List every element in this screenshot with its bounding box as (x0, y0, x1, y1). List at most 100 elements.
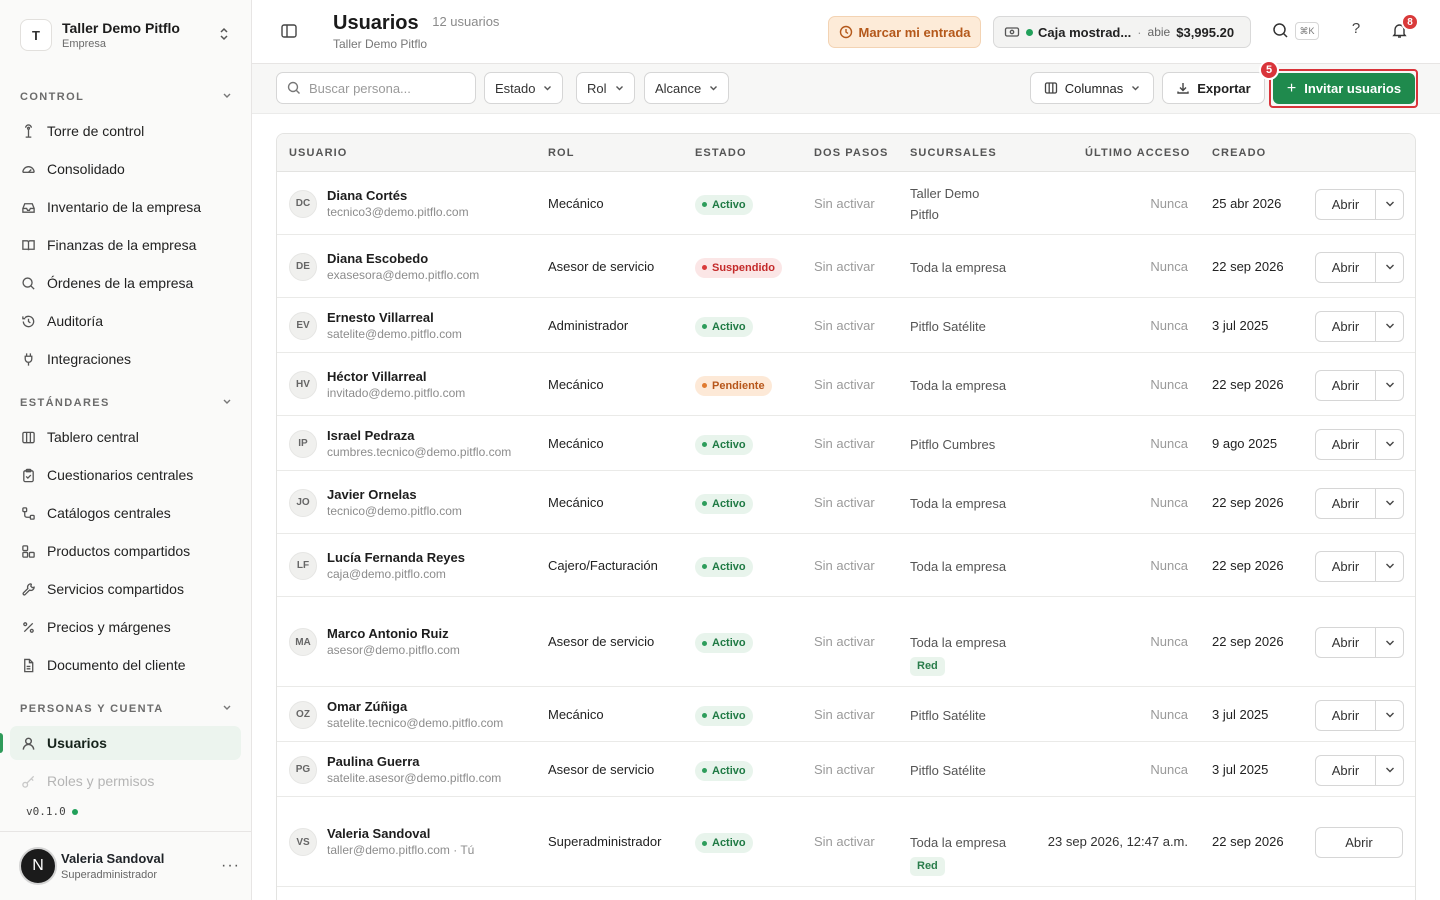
cashbox-selector[interactable]: Caja mostrad... · abie $3,995.20 (993, 16, 1251, 48)
sidebar-item-usuarios[interactable]: Usuarios (10, 726, 241, 760)
col-status[interactable]: ESTADO (695, 147, 747, 159)
sidebar-item-label: Auditoría (47, 313, 104, 329)
sidebar-item-servicios-compartidos[interactable]: Servicios compartidos (10, 572, 241, 606)
section-control[interactable]: CONTROL (20, 91, 232, 103)
status-dot (1026, 28, 1033, 36)
chevron-down-icon[interactable] (1376, 756, 1403, 785)
table-row[interactable]: MA Marco Antonio Ruiz asesor@demo.pitflo.c… (277, 597, 1415, 687)
chevron-down-icon[interactable] (1376, 430, 1403, 459)
sidebar-item-integraciones[interactable]: Integraciones (10, 342, 241, 376)
sidebar-item-inventario-de-la-empresa[interactable]: Inventario de la empresa (10, 190, 241, 224)
search-input[interactable] (309, 80, 469, 96)
user-name[interactable]: Diana Cortés (327, 188, 407, 203)
export-button[interactable]: Exportar (1162, 72, 1265, 104)
col-user[interactable]: USUARIO (289, 147, 347, 159)
cashbox-name: Caja mostrad... (1038, 24, 1132, 40)
table-row[interactable]: HV Héctor Villarreal invitado@demo.pitflo.… (277, 353, 1415, 416)
chevron-down-icon[interactable] (1376, 701, 1403, 730)
search-icon[interactable] (1272, 22, 1292, 42)
columns-button[interactable]: Columnas (1030, 72, 1154, 104)
help-icon[interactable]: ? (1346, 20, 1366, 37)
col-last-access[interactable]: ÚLTIMO ACCESO (1085, 147, 1190, 159)
sidebar-item-cuestionarios-centrales[interactable]: Cuestionarios centrales (10, 458, 241, 492)
table-row[interactable]: EV Ernesto Villarreal satelite@demo.pitflo… (277, 298, 1415, 353)
status-dot (702, 564, 707, 569)
open-button[interactable]: Abrir (1316, 429, 1376, 459)
open-button[interactable]: Abrir (1315, 827, 1403, 858)
chevron-down-icon[interactable] (1376, 190, 1403, 219)
check-in-button[interactable]: Marcar mi entrada (828, 16, 981, 48)
status-dot (702, 713, 707, 718)
chevron-down-icon[interactable] (1376, 312, 1403, 341)
sidebar-toggle-icon[interactable] (280, 22, 300, 42)
table-row[interactable]: LF Lucía Fernanda Reyes caja@demo.pitflo.c… (277, 534, 1415, 597)
user-name[interactable]: Marco Antonio Ruiz (327, 626, 449, 641)
chevron-down-icon[interactable] (1376, 552, 1403, 581)
section-people[interactable]: PERSONAS Y CUENTA (20, 703, 232, 715)
chevron-down-icon[interactable] (1376, 489, 1403, 518)
status-badge: Activo (695, 434, 753, 455)
branch-name: Pitflo Cumbres (910, 436, 996, 452)
table-row[interactable]: VS Valeria Sandoval taller@demo.pitflo.com… (277, 797, 1415, 887)
col-two-step[interactable]: DOS PASOS (814, 147, 889, 159)
section-standards[interactable]: ESTÁNDARES (20, 397, 232, 409)
sidebar-item-consolidado[interactable]: Consolidado (10, 152, 241, 186)
open-button[interactable]: Abrir (1316, 551, 1376, 581)
filter-role[interactable]: Rol (576, 72, 635, 104)
user-name[interactable]: Ernesto Villarreal (327, 310, 434, 325)
open-button[interactable]: Abrir (1316, 628, 1376, 657)
open-button[interactable]: Abrir (1316, 755, 1376, 785)
chevron-down-icon[interactable] (1376, 628, 1403, 657)
sidebar-item-documento-del-cliente[interactable]: Documento del cliente (10, 648, 241, 682)
user-name[interactable]: Lucía Fernanda Reyes (327, 550, 465, 565)
table-row[interactable]: DE Diana Escobedo exasesora@demo.pitflo.co… (277, 235, 1415, 298)
table-row[interactable]: DC Diana Cortés tecnico3@demo.pitflo.com Me… (277, 172, 1415, 235)
sidebar-item-tablero-central[interactable]: Tablero central (10, 420, 241, 454)
history-icon (20, 313, 37, 330)
avatar: IP (289, 429, 317, 458)
open-button[interactable]: Abrir (1316, 370, 1376, 400)
sidebar-item-productos-compartidos[interactable]: Productos compartidos (10, 534, 241, 568)
search-field[interactable] (276, 72, 476, 104)
current-user[interactable]: N Valeria Sandoval Superadministrador ··… (0, 831, 251, 900)
filter-status[interactable]: Estado (484, 72, 564, 104)
open-button[interactable]: Abrir (1316, 488, 1376, 518)
col-role[interactable]: ROL (548, 147, 575, 159)
open-button[interactable]: Abrir (1316, 700, 1376, 730)
sidebar-item-ordenes-de-la-empresa[interactable]: Órdenes de la empresa (10, 266, 241, 300)
user-name[interactable]: Paulina Guerra (327, 754, 419, 769)
open-button[interactable]: Abrir (1316, 252, 1376, 282)
user-name[interactable]: Javier Ornelas (327, 487, 417, 502)
org-switcher[interactable]: T Taller Demo Pitflo Empresa (12, 12, 240, 58)
chevron-down-icon[interactable] (1376, 371, 1403, 400)
sidebar-item-label: Tablero central (47, 429, 139, 445)
sidebar-item-finanzas-de-la-empresa[interactable]: Finanzas de la empresa (10, 228, 241, 262)
sidebar-item-roles-y-permisos[interactable]: Roles y permisos (10, 764, 241, 798)
chevron-down-icon[interactable] (1376, 253, 1403, 282)
user-name[interactable]: Héctor Villarreal (327, 369, 426, 384)
sidebar-item-torre-de-control[interactable]: Torre de control (10, 114, 241, 148)
invite-users-button[interactable]: + Invitar usuarios (1273, 73, 1415, 104)
status-dot (702, 840, 707, 846)
more-options-icon[interactable]: ··· (221, 857, 251, 875)
sidebar-item-precios-y-margenes[interactable]: Precios y márgenes (10, 610, 241, 644)
status-badge: Activo (695, 316, 753, 337)
user-name[interactable]: Israel Pedraza (327, 428, 414, 443)
open-button[interactable]: Abrir (1316, 189, 1376, 219)
sidebar-item-auditoria[interactable]: Auditoría (10, 304, 241, 338)
table-row[interactable]: PG Paulina Guerra satelite.asesor@demo.pit… (277, 742, 1415, 797)
table-row[interactable]: IP Israel Pedraza cumbres.tecnico@demo.pit… (277, 416, 1415, 471)
table-row[interactable]: JO Javier Ornelas tecnico@demo.pitflo.com M… (277, 471, 1415, 534)
open-button[interactable]: Abrir (1316, 311, 1376, 341)
user-name[interactable]: Omar Zúñiga (327, 699, 407, 714)
toolbar: Estado Rol Alcance Columnas Exportar + I… (252, 60, 1440, 114)
sidebar-item-catalogos-centrales[interactable]: Catálogos centrales (10, 496, 241, 530)
col-branches[interactable]: SUCURSALES (910, 147, 997, 159)
filter-scope[interactable]: Alcance (644, 72, 730, 104)
user-name[interactable]: Diana Escobedo (327, 251, 428, 266)
table-row[interactable]: OZ Omar Zúñiga satelite.tecnico@demo.pitfl… (277, 687, 1415, 742)
tree-icon (20, 505, 37, 522)
col-created[interactable]: CREADO (1212, 147, 1266, 159)
user-name[interactable]: Valeria Sandoval (327, 826, 430, 841)
user-role: Mecánico (548, 706, 604, 722)
